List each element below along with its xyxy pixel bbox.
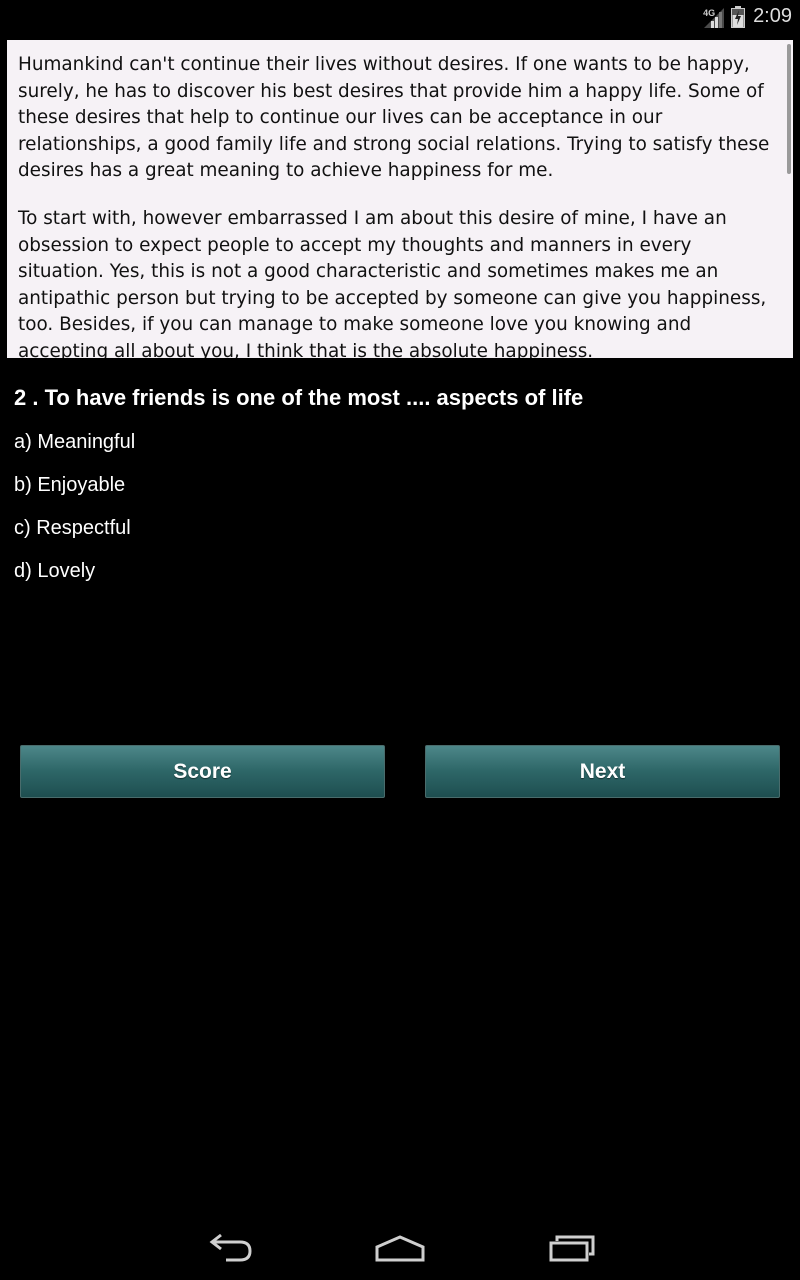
status-clock: 2:09 (753, 5, 792, 27)
status-icons: 4G 2:09 (701, 0, 792, 33)
score-button[interactable]: Score (20, 745, 385, 798)
option-d[interactable]: d) Lovely (14, 557, 95, 585)
status-bar: 4G 2:09 (0, 0, 800, 33)
passage-paragraph: To start with, however embarrassed I am … (18, 207, 767, 358)
battery-icon (731, 5, 746, 28)
screen: 4G 2:09 Humankind can't continue their l… (0, 0, 800, 1280)
question-text: 2 . To have friends is one of the most .… (14, 385, 584, 410)
navigation-bar (0, 1220, 800, 1280)
passage-scrollbar[interactable] (787, 44, 791, 174)
recent-apps-icon[interactable] (547, 1232, 597, 1270)
back-icon[interactable] (204, 1232, 254, 1270)
option-c[interactable]: c) Respectful (14, 514, 131, 542)
home-icon[interactable] (374, 1232, 426, 1270)
signal-icon: 4G (701, 5, 725, 29)
next-button[interactable]: Next (425, 745, 780, 798)
reading-passage[interactable]: Humankind can't continue their lives wit… (7, 40, 793, 358)
passage-paragraph: Humankind can't continue their lives wit… (18, 54, 770, 182)
option-a[interactable]: a) Meaningful (14, 428, 135, 456)
network-type-label: 4G (703, 7, 716, 18)
passage-content: Humankind can't continue their lives wit… (7, 40, 793, 358)
option-b[interactable]: b) Enjoyable (14, 471, 125, 499)
